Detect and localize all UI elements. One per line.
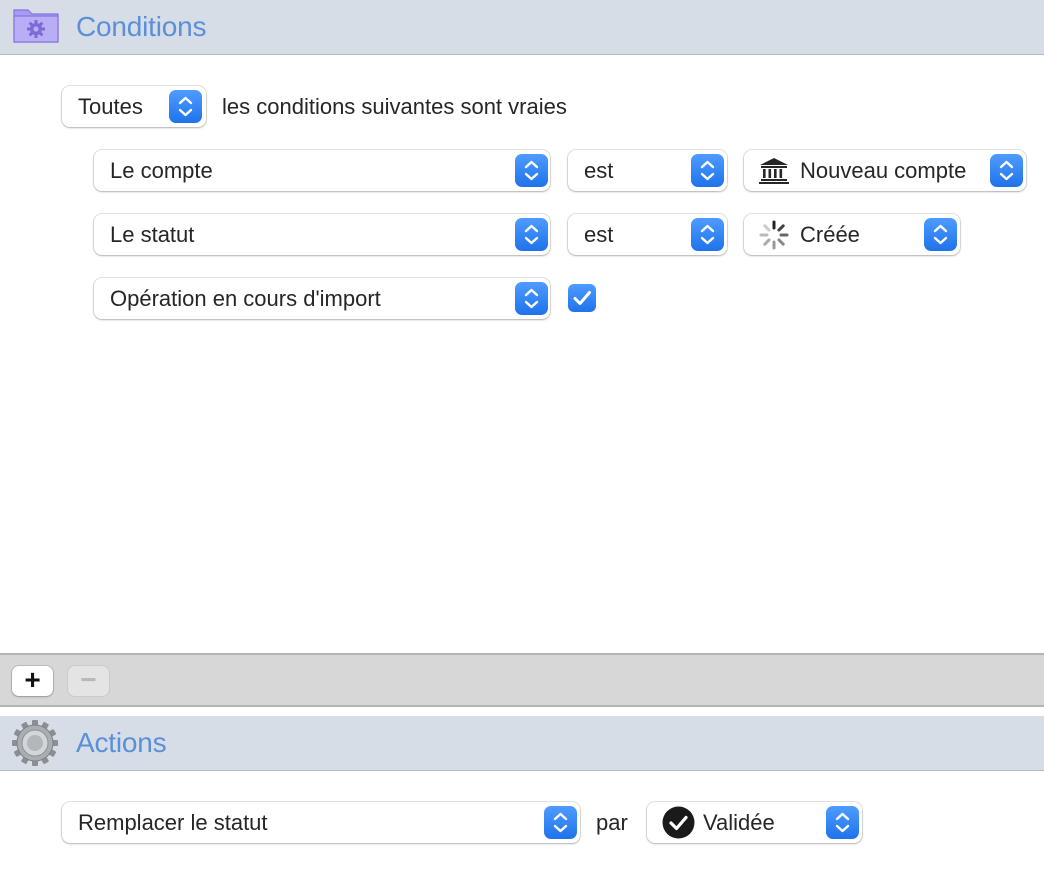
- match-mode-popup[interactable]: Toutes: [62, 86, 206, 127]
- minus-icon: −: [80, 664, 97, 695]
- chevron-updown-icon: [691, 154, 724, 187]
- rule-1-operator-popup[interactable]: est: [568, 150, 727, 191]
- plus-icon: +: [24, 664, 41, 695]
- conditions-title: Conditions: [76, 11, 207, 42]
- rule-2-value-popup[interactable]: Créée: [744, 214, 960, 255]
- folder-gear-icon: [12, 6, 60, 44]
- rule-1-value: Nouveau compte: [800, 158, 967, 183]
- chevron-updown-icon: [990, 154, 1023, 187]
- rule-1-value-popup[interactable]: Nouveau compte: [744, 150, 1026, 191]
- rule-1-field-popup[interactable]: Le compte: [94, 150, 550, 191]
- rule-1-operator: est: [584, 158, 614, 183]
- button-bar: + −: [0, 653, 1044, 707]
- rule-2-field: Le statut: [110, 222, 195, 247]
- action-field: Remplacer le statut: [78, 810, 268, 835]
- gear-icon: [11, 719, 59, 767]
- action-value: Validée: [703, 810, 775, 835]
- match-mode-value: Toutes: [78, 94, 143, 119]
- rule-2-operator: est: [584, 222, 614, 247]
- add-rule-button[interactable]: +: [12, 666, 53, 696]
- chevron-updown-icon: [544, 806, 577, 839]
- rule-3-field: Opération en cours d'import: [110, 286, 381, 311]
- actions-title: Actions: [76, 727, 167, 758]
- chevron-updown-icon: [169, 90, 202, 123]
- action-connector: par: [596, 810, 628, 835]
- chevron-updown-icon: [515, 218, 548, 251]
- match-mode-suffix: les conditions suivantes sont vraies: [222, 94, 567, 119]
- chevron-updown-icon: [826, 806, 859, 839]
- rule-1-field: Le compte: [110, 158, 213, 183]
- chevron-updown-icon: [515, 282, 548, 315]
- checkmark-icon: [573, 291, 591, 305]
- conditions-header: Conditions: [0, 0, 1044, 55]
- chevron-updown-icon: [924, 218, 957, 251]
- chevron-updown-icon: [515, 154, 548, 187]
- chevron-updown-icon: [691, 218, 724, 251]
- action-field-popup[interactable]: Remplacer le statut: [62, 802, 580, 843]
- rule-2-value: Créée: [800, 222, 860, 247]
- bank-icon: [758, 156, 790, 184]
- rule-3-field-popup[interactable]: Opération en cours d'import: [94, 278, 550, 319]
- rule-3-checkbox[interactable]: [568, 284, 596, 312]
- spinner-icon: [758, 219, 790, 251]
- rule-2-field-popup[interactable]: Le statut: [94, 214, 550, 255]
- action-value-popup[interactable]: Validée: [647, 802, 862, 843]
- checkmark-circle-icon: [662, 806, 695, 839]
- remove-rule-button[interactable]: −: [68, 666, 109, 696]
- actions-header: Actions: [0, 716, 1044, 771]
- rule-2-operator-popup[interactable]: est: [568, 214, 727, 255]
